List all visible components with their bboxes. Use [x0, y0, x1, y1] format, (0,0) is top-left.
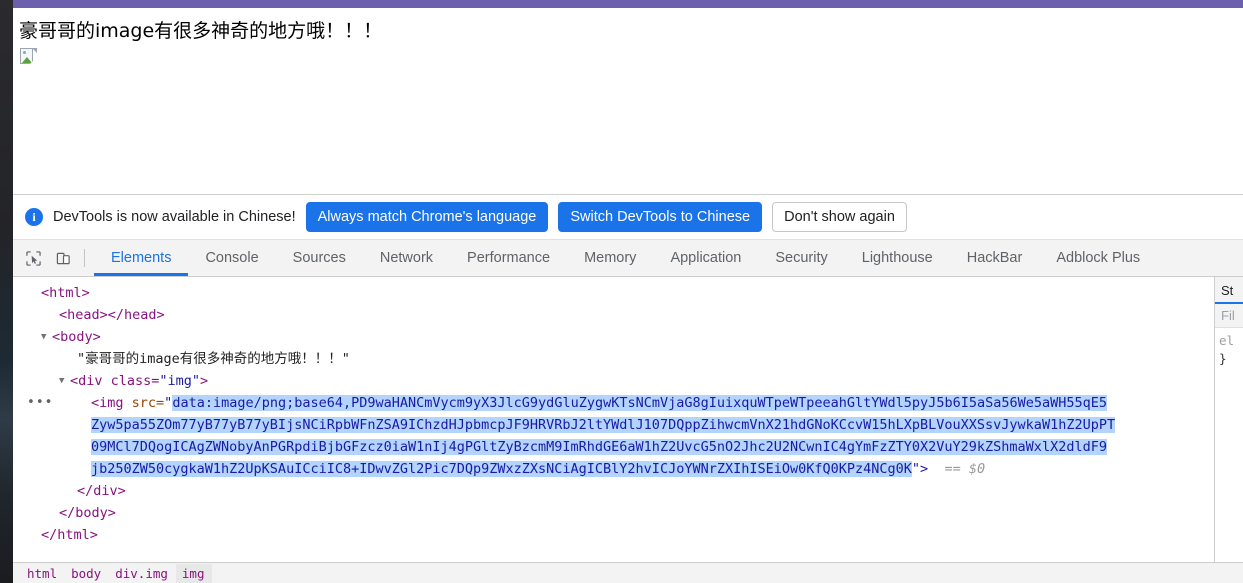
- tab-elements[interactable]: Elements: [94, 241, 188, 276]
- selected-node-marker: == $0: [944, 461, 986, 477]
- tab-adblock-plus[interactable]: Adblock Plus: [1039, 241, 1157, 276]
- dom-node-div-close[interactable]: </div>: [13, 480, 1214, 502]
- toolbar-divider: [84, 249, 85, 267]
- tab-application[interactable]: Application: [653, 241, 758, 276]
- devtools-tab-bar: Elements Console Sources Network Perform…: [13, 240, 1243, 277]
- breadcrumb-item-div-img[interactable]: div.img: [109, 564, 176, 583]
- device-toolbar-icon[interactable]: [49, 245, 77, 271]
- devtools-body: <html> <head></head> ▼ <body> "豪哥哥的image有…: [13, 277, 1243, 562]
- img-src-base64-part4: jb250ZW50cygkaW1hZ2UpKSAuICciIC8+IDwvZGl…: [91, 461, 912, 477]
- desktop-background-edge: [0, 0, 13, 583]
- breadcrumb-item-html[interactable]: html: [21, 564, 65, 583]
- dom-tree-panel[interactable]: <html> <head></head> ▼ <body> "豪哥哥的image有…: [13, 277, 1214, 562]
- tab-sources[interactable]: Sources: [276, 241, 363, 276]
- img-src-base64-part2: Zyw5pa55ZOm77yB77yB77yBIjsNCiRpbWFnZSA9I…: [91, 417, 1116, 433]
- styles-sidebar-panel: St Fil el }: [1214, 277, 1243, 562]
- dom-node-text[interactable]: "豪哥哥的image有很多神奇的地方哦！！！": [13, 348, 1214, 370]
- tab-network[interactable]: Network: [363, 241, 450, 276]
- dom-node-head[interactable]: <head></head>: [13, 304, 1214, 326]
- styles-tab[interactable]: St: [1215, 277, 1243, 304]
- expand-arrow-div-icon[interactable]: ▼: [59, 370, 70, 392]
- page-viewport: 豪哥哥的image有很多神奇的地方哦！！！: [13, 8, 1243, 194]
- tab-security[interactable]: Security: [758, 241, 844, 276]
- tab-performance[interactable]: Performance: [450, 241, 567, 276]
- styles-rule: el }: [1215, 328, 1243, 366]
- breadcrumb-item-body[interactable]: body: [65, 564, 109, 583]
- language-notice-bar: i DevTools is now available in Chinese! …: [13, 195, 1243, 240]
- cursor-inspect-icon[interactable]: [19, 245, 47, 271]
- styles-rule-selector: el: [1219, 333, 1235, 348]
- devtools-panel: i DevTools is now available in Chinese! …: [13, 194, 1243, 583]
- dom-node-img-selected[interactable]: ••• <img src="data:image/png;base64,PD9w…: [13, 392, 1214, 480]
- breadcrumb-item-img[interactable]: img: [175, 564, 213, 583]
- browser-window-screenshot: 豪哥哥的image有很多神奇的地方哦！！！ i DevTools is now …: [0, 0, 1243, 583]
- switch-devtools-to-chinese-button[interactable]: Switch DevTools to Chinese: [558, 202, 763, 232]
- tab-memory[interactable]: Memory: [567, 241, 653, 276]
- expand-arrow-body-icon[interactable]: ▼: [41, 326, 52, 348]
- page-heading-text: 豪哥哥的image有很多神奇的地方哦！！！: [19, 20, 383, 42]
- browser-window: 豪哥哥的image有很多神奇的地方哦！！！ i DevTools is now …: [13, 0, 1243, 583]
- dont-show-again-button[interactable]: Don't show again: [772, 202, 907, 232]
- always-match-language-button[interactable]: Always match Chrome's language: [305, 202, 549, 232]
- tab-hackbar[interactable]: HackBar: [950, 241, 1040, 276]
- dom-node-html-close[interactable]: </html>: [13, 524, 1214, 546]
- notice-message: DevTools is now available in Chinese!: [53, 209, 296, 225]
- styles-rule-brace: }: [1219, 351, 1227, 366]
- info-icon: i: [25, 208, 43, 226]
- img-src-base64-part3: 09MCl7DQogICAgZWNobyAnPGRpdiBjbGFzcz0iaW…: [91, 439, 1107, 455]
- img-src-base64-part1: data:image/png;base64,PD9waHANCmVycm9yX3…: [172, 395, 1107, 411]
- tab-lighthouse[interactable]: Lighthouse: [845, 241, 950, 276]
- dom-breadcrumb: html body div.img img: [13, 562, 1243, 583]
- tab-console[interactable]: Console: [188, 241, 275, 276]
- window-title-strip: [13, 0, 1243, 8]
- dom-node-body-open[interactable]: ▼ <body>: [13, 326, 1214, 348]
- dom-node-html-open[interactable]: <html>: [13, 282, 1214, 304]
- dom-node-div-open[interactable]: ▼ <div class="img">: [13, 370, 1214, 392]
- broken-image-icon: [20, 48, 38, 66]
- styles-filter-input[interactable]: Fil: [1215, 304, 1243, 328]
- dom-node-body-close[interactable]: </body>: [13, 502, 1214, 524]
